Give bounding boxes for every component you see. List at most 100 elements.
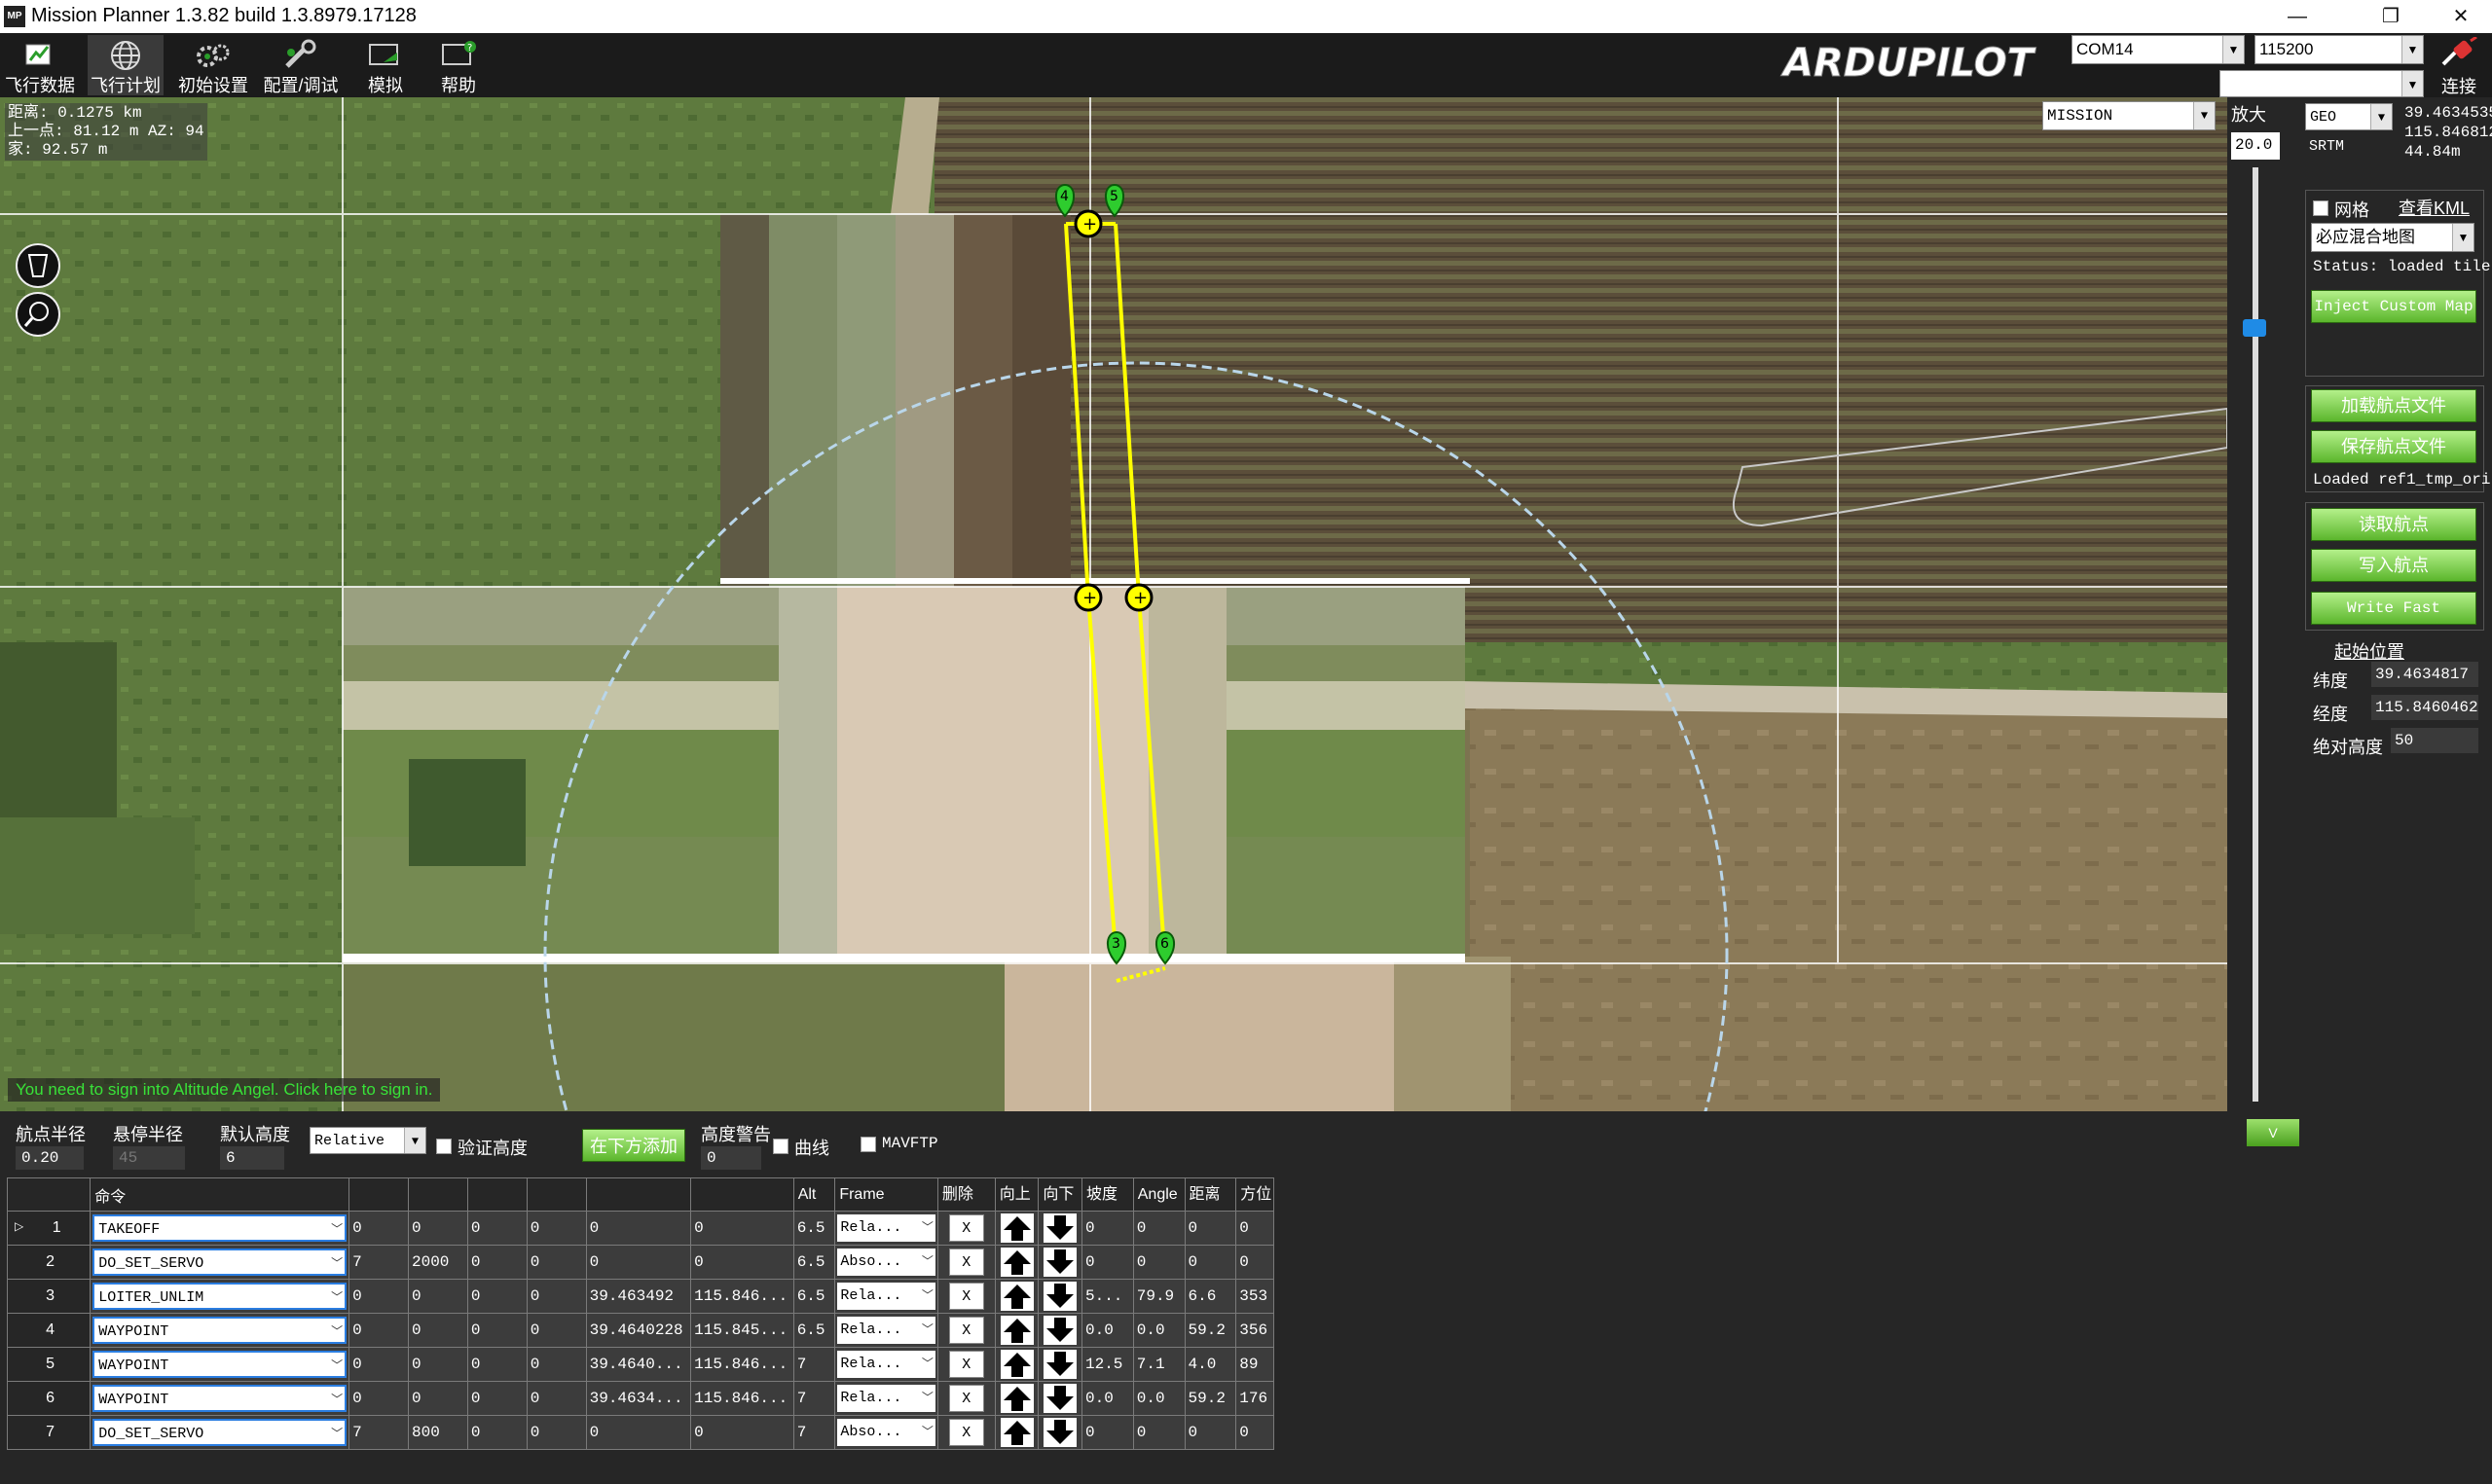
- table-row[interactable]: 4 WAYPOINT ﹀ 0 0 0 0 39.4640228 115.845... 6.5 Rel…: [6, 1313, 1274, 1348]
- param-cell-lng[interactable]: 115.846...: [690, 1381, 794, 1416]
- command-select[interactable]: TAKEOFF ﹀: [92, 1214, 348, 1242]
- frame-cell[interactable]: Rela... ﹀: [834, 1347, 938, 1382]
- table-row[interactable]: 6 WAYPOINT ﹀ 0 0 0 0 39.4634... 115.846... 7 Rela.…: [6, 1381, 1274, 1416]
- column-header[interactable]: [348, 1177, 409, 1212]
- column-header[interactable]: 距离: [1184, 1177, 1237, 1212]
- param-cell-alt[interactable]: 7: [792, 1381, 836, 1416]
- column-header[interactable]: [466, 1177, 528, 1212]
- table-row[interactable]: 2 DO_SET_SERVO ﹀ 7 2000 0 0 0 0 6.5 Abso... ﹀ X 0 0 0 0: [6, 1245, 1274, 1280]
- save-wp-file-button[interactable]: 保存航点文件: [2311, 430, 2476, 463]
- loiter-radius-input[interactable]: 45: [113, 1146, 185, 1170]
- param-cell-p1[interactable]: 0: [348, 1381, 409, 1416]
- verify-height-checkbox[interactable]: [436, 1139, 452, 1154]
- frame-cell[interactable]: Rela... ﹀: [834, 1211, 938, 1246]
- param-cell-alt[interactable]: 6.5: [792, 1211, 836, 1246]
- param-cell-lat[interactable]: 39.463492: [585, 1279, 692, 1314]
- arrow-down-icon[interactable]: [1044, 1316, 1078, 1345]
- param-cell-lng[interactable]: 0: [690, 1415, 794, 1450]
- mission-mode-select[interactable]: MISSION ▼: [2042, 101, 2216, 130]
- param-cell-p1[interactable]: 0: [348, 1347, 409, 1382]
- load-wp-file-button[interactable]: 加载航点文件: [2311, 389, 2476, 422]
- toolbar-initial-setup[interactable]: 初始设置: [175, 35, 251, 95]
- frame-cell[interactable]: Abso... ﹀: [834, 1245, 938, 1280]
- spline-checkbox[interactable]: [773, 1139, 788, 1154]
- map-type-select[interactable]: 必应混合地图 ▼: [2311, 223, 2474, 252]
- param-cell-p1[interactable]: 7: [348, 1415, 409, 1450]
- row-number[interactable]: 2: [6, 1245, 92, 1280]
- param-cell-p4[interactable]: 0: [526, 1347, 587, 1382]
- row-number[interactable]: 5: [6, 1347, 92, 1382]
- add-below-button[interactable]: 在下方添加: [582, 1129, 685, 1162]
- arrow-up-icon[interactable]: [1000, 1282, 1034, 1311]
- delete-row-button[interactable]: X: [948, 1283, 984, 1310]
- command-cell[interactable]: TAKEOFF ﹀: [90, 1211, 350, 1246]
- param-cell-p2[interactable]: 2000: [407, 1245, 468, 1280]
- param-cell-p4[interactable]: 0: [526, 1279, 587, 1314]
- com-port-select[interactable]: COM14 ▼: [2071, 35, 2245, 64]
- param-cell-p4[interactable]: 0: [526, 1415, 587, 1450]
- command-cell[interactable]: WAYPOINT ﹀: [90, 1313, 350, 1348]
- table-row[interactable]: 5 WAYPOINT ﹀ 0 0 0 0 39.4640... 115.846... 7 Rela.…: [6, 1347, 1274, 1382]
- param-cell-p3[interactable]: 0: [466, 1415, 528, 1450]
- home-lat-input[interactable]: 39.4634817: [2371, 662, 2478, 687]
- default-alt-input[interactable]: 6: [220, 1146, 284, 1170]
- frame-cell[interactable]: Rela... ﹀: [834, 1279, 938, 1314]
- arrow-down-icon[interactable]: [1044, 1248, 1078, 1277]
- mavftp-checkbox[interactable]: [861, 1137, 876, 1152]
- param-cell-lat[interactable]: 0: [585, 1415, 692, 1450]
- frame-select[interactable]: Rela... ﹀: [837, 1385, 935, 1412]
- delete-row-button[interactable]: X: [948, 1419, 984, 1446]
- param-cell-p4[interactable]: 0: [526, 1245, 587, 1280]
- param-cell-lng[interactable]: 115.846...: [690, 1347, 794, 1382]
- row-number[interactable]: 3: [6, 1279, 92, 1314]
- param-cell-p3[interactable]: 0: [466, 1245, 528, 1280]
- param-cell-p2[interactable]: 800: [407, 1415, 468, 1450]
- alt-warn-input[interactable]: 0: [701, 1146, 761, 1170]
- command-cell[interactable]: LOITER_UNLIM ﹀: [90, 1279, 350, 1314]
- frame-cell[interactable]: Rela... ﹀: [834, 1381, 938, 1416]
- param-cell-p2[interactable]: 0: [407, 1347, 468, 1382]
- param-cell-p2[interactable]: 0: [407, 1211, 468, 1246]
- param-cell-p1[interactable]: 0: [348, 1279, 409, 1314]
- frame-cell[interactable]: Abso... ﹀: [834, 1415, 938, 1450]
- param-cell-lng[interactable]: 115.846...: [690, 1279, 794, 1314]
- param-cell-alt[interactable]: 6.5: [792, 1245, 836, 1280]
- arrow-down-icon[interactable]: [1044, 1418, 1078, 1447]
- param-cell-alt[interactable]: 7: [792, 1347, 836, 1382]
- command-select[interactable]: WAYPOINT ﹀: [92, 1385, 348, 1412]
- command-select[interactable]: DO_SET_SERVO ﹀: [92, 1419, 348, 1446]
- column-header[interactable]: 命令: [90, 1177, 350, 1212]
- param-cell-alt[interactable]: 6.5: [792, 1313, 836, 1348]
- baud-rate-select[interactable]: 115200 ▼: [2254, 35, 2424, 64]
- map-canvas[interactable]: + + + 4 5 3 6: [0, 97, 2227, 1111]
- param-cell-p2[interactable]: 0: [407, 1381, 468, 1416]
- delete-row-button[interactable]: X: [948, 1317, 984, 1344]
- delete-row-button[interactable]: X: [948, 1214, 984, 1242]
- command-cell[interactable]: DO_SET_SERVO ﹀: [90, 1245, 350, 1280]
- delete-row-button[interactable]: X: [948, 1351, 984, 1378]
- column-header[interactable]: [585, 1177, 692, 1212]
- write-fast-button[interactable]: Write Fast: [2311, 592, 2476, 625]
- column-header[interactable]: [690, 1177, 794, 1212]
- command-select[interactable]: WAYPOINT ﹀: [92, 1317, 348, 1344]
- param-cell-lng[interactable]: 0: [690, 1211, 794, 1246]
- frame-select[interactable]: Rela... ﹀: [837, 1317, 935, 1344]
- column-header[interactable]: [407, 1177, 468, 1212]
- delete-row-button[interactable]: X: [948, 1249, 984, 1276]
- command-select[interactable]: WAYPOINT ﹀: [92, 1351, 348, 1378]
- param-cell-alt[interactable]: 6.5: [792, 1279, 836, 1314]
- param-cell-p1[interactable]: 0: [348, 1211, 409, 1246]
- column-header[interactable]: 方位: [1235, 1177, 1274, 1212]
- arrow-down-icon[interactable]: [1044, 1282, 1078, 1311]
- command-cell[interactable]: DO_SET_SERVO ﹀: [90, 1415, 350, 1450]
- connect-button[interactable]: 连接: [2430, 35, 2488, 97]
- param-cell-p4[interactable]: 0: [526, 1381, 587, 1416]
- column-header[interactable]: 向下: [1038, 1177, 1082, 1212]
- param-cell-p3[interactable]: 0: [466, 1211, 528, 1246]
- param-cell-lat[interactable]: 39.4640228: [585, 1313, 692, 1348]
- param-cell-p4[interactable]: 0: [526, 1313, 587, 1348]
- row-number[interactable]: 7: [6, 1415, 92, 1450]
- home-alt-input[interactable]: 50: [2391, 728, 2478, 753]
- wp-radius-input[interactable]: 0.20: [16, 1146, 84, 1170]
- minimize-button[interactable]: —: [2266, 0, 2328, 33]
